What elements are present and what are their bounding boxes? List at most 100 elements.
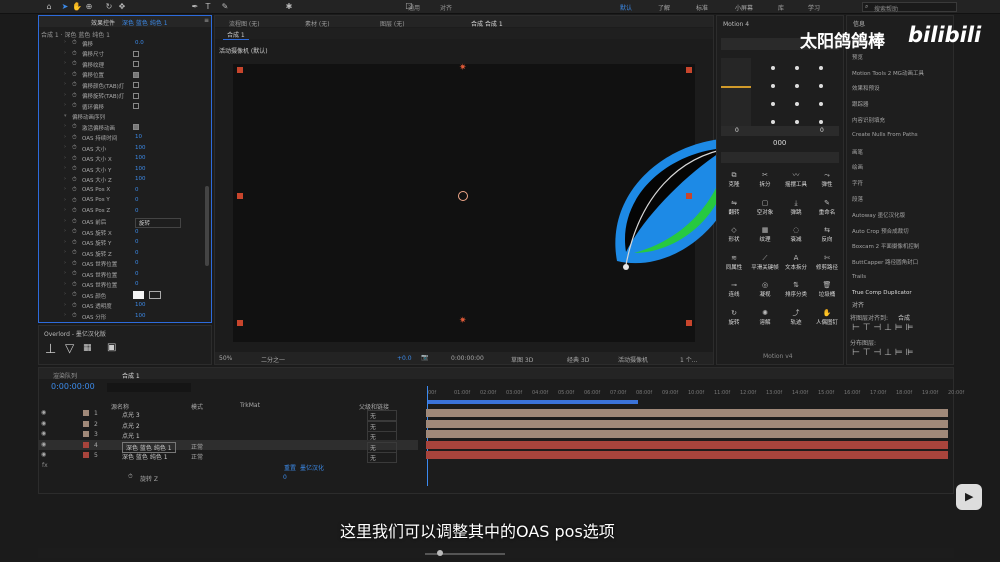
right-panel-item[interactable]: Trails <box>852 274 866 280</box>
effect-value[interactable]: 100 <box>135 166 146 172</box>
layer-name[interactable]: 深色 蓝色 纯色 1 <box>122 452 168 461</box>
timeline-comp-tab[interactable]: 合成 1 <box>122 371 140 380</box>
stopwatch-icon[interactable]: ⏱ <box>128 473 133 481</box>
effect-row[interactable]: › ⏱ 偏移旋转(TAB)灯 <box>39 91 205 102</box>
effect-row[interactable]: › ⏱ OAS 颜色 <box>39 290 205 301</box>
view-mode-value[interactable]: 经典 3D <box>567 355 589 364</box>
brush-tool-icon[interactable]: ✎ <box>220 2 230 12</box>
effect-value[interactable]: 0 <box>135 250 139 256</box>
hand-tool-icon[interactable]: ✋ <box>72 2 82 12</box>
label-color-swatch[interactable] <box>83 420 89 427</box>
layer-duration-bar[interactable] <box>426 451 948 459</box>
select-tool-icon[interactable]: ➤ <box>60 2 70 12</box>
eye-icon[interactable]: ◉ <box>41 430 46 437</box>
tab-footage[interactable]: 素材 (无) <box>305 19 330 28</box>
twirl-icon[interactable]: › <box>64 134 66 140</box>
effect-checkbox[interactable] <box>133 92 139 99</box>
right-panel-item[interactable]: 效果和预设 <box>852 84 880 92</box>
label-color-swatch[interactable] <box>83 410 89 416</box>
effect-value[interactable]: 100 <box>135 302 146 308</box>
twirl-icon[interactable]: › <box>64 39 66 45</box>
stopwatch-icon[interactable]: ⏱ <box>72 207 77 215</box>
effect-row[interactable]: › ⏱ OAS 旋转 Z 0 <box>39 248 205 259</box>
motion-button[interactable]: ⊸ 连线 <box>719 278 749 302</box>
anchor-crosshair-icon[interactable] <box>458 191 468 201</box>
camera-icon[interactable]: 📷 <box>421 354 428 361</box>
anchor-dot[interactable] <box>795 120 799 124</box>
effect-value[interactable]: 0 <box>135 260 139 266</box>
motion-button[interactable]: ✺ 溶解 <box>750 306 780 330</box>
layer-row[interactable]: ◉ 3 点光 1无 <box>38 429 418 442</box>
twirl-icon[interactable]: › <box>64 281 66 287</box>
effect-row[interactable]: › ⏱ 偏移颜色(TAB)灯 <box>39 80 205 91</box>
motion-button[interactable]: 〰摇摆工具 <box>781 168 811 192</box>
tab-flowchart[interactable]: 流程图 (无) <box>229 19 260 28</box>
effect-value[interactable]: 0.0 <box>135 40 144 46</box>
layer-row[interactable]: ◉ 5 深色 蓝色 纯色 1 正常 无 <box>38 450 418 463</box>
stopwatch-icon[interactable]: ⏱ <box>72 81 77 89</box>
layer-row[interactable]: ◉ 1 点光 3无 <box>38 408 418 421</box>
effect-row[interactable]: › ⏱ 偏移 0.0 <box>39 38 205 49</box>
twirl-icon[interactable]: › <box>64 144 66 150</box>
twirl-icon[interactable]: › <box>64 239 66 245</box>
pen-tool-icon[interactable]: ✒ <box>190 2 200 12</box>
right-panel-item[interactable]: 内容识别填充 <box>852 116 885 124</box>
right-panel-item[interactable]: 字符 <box>852 179 863 187</box>
effect-row[interactable]: › ⏱ OAS 世界位置 0 <box>39 269 205 280</box>
stopwatch-icon[interactable]: ⏱ <box>72 302 77 310</box>
effect-row[interactable]: › ⏱ OAS Pos Z 0 <box>39 206 205 217</box>
stopwatch-icon[interactable]: ⏱ <box>72 50 77 58</box>
eye-icon[interactable]: ◉ <box>41 441 46 448</box>
eyedropper-icon[interactable] <box>149 291 161 299</box>
frame-icon[interactable]: ▣ <box>107 342 116 353</box>
color-swatch[interactable] <box>133 291 144 299</box>
stopwatch-icon[interactable]: ⏱ <box>72 218 77 226</box>
right-panel-item[interactable]: Autoway 墨亿汉化版 <box>852 211 905 219</box>
effect-value[interactable]: 0 <box>135 197 139 203</box>
motion-button[interactable]: ⟋ 平滑关键帧 <box>750 251 780 275</box>
effect-row[interactable]: › ⏱ OAS Pos X 0 <box>39 185 205 196</box>
motion-button[interactable]: 🗑 垃圾桶 <box>812 278 842 302</box>
effect-checkbox[interactable] <box>133 61 139 67</box>
right-panel-item[interactable]: True Comp Duplicator <box>852 290 912 296</box>
stopwatch-icon[interactable]: ⏱ <box>72 71 77 79</box>
motion-anchor-grid[interactable] <box>757 60 837 130</box>
effect-row[interactable]: › ⏱ 循环偏移 <box>39 101 205 112</box>
stopwatch-icon[interactable]: ⏱ <box>72 165 77 173</box>
motion-button[interactable]: ⇋ 翻转 <box>719 196 749 220</box>
motion-value-left[interactable]: 0 <box>735 127 739 134</box>
eye-icon[interactable]: ◉ <box>41 420 46 427</box>
effect-value[interactable]: 0 <box>135 271 139 277</box>
rotate-tool-icon[interactable]: ↻ <box>104 2 114 12</box>
stopwatch-icon[interactable]: ⏱ <box>72 176 77 184</box>
align-bottom-icon[interactable]: ⊥ <box>45 342 56 357</box>
stopwatch-icon[interactable]: ⏱ <box>72 123 77 131</box>
motion-button[interactable]: ✄ 修剪路径 <box>812 251 842 275</box>
motion-value-right[interactable]: 0 <box>820 127 824 134</box>
home-icon[interactable]: ⌂ <box>44 2 54 12</box>
render-queue-tab[interactable]: 渲染队列 <box>53 371 77 380</box>
panel-menu-icon[interactable]: ≡ <box>204 17 209 24</box>
right-panel-item[interactable]: 绘画 <box>852 163 863 171</box>
motion-button[interactable]: ≋ 同属性 <box>719 251 749 275</box>
right-panel-item[interactable]: 段落 <box>852 195 863 203</box>
anchor-dot[interactable] <box>771 102 775 106</box>
stopwatch-icon[interactable]: ⏱ <box>72 134 77 142</box>
effect-value[interactable]: 0 <box>135 281 139 287</box>
tab-layer[interactable]: 图层 (无) <box>380 19 405 28</box>
twirl-icon[interactable]: › <box>64 228 66 234</box>
twirl-icon[interactable]: › <box>64 102 66 108</box>
motion-button[interactable]: ⧉ 克隆 <box>719 168 749 192</box>
timeline-timecode[interactable]: 0:00:00:00 <box>51 382 95 391</box>
motion-button[interactable]: ⇆ 反向 <box>812 223 842 247</box>
stopwatch-icon[interactable]: ⏱ <box>72 312 77 320</box>
grid-icon[interactable]: ▦ <box>83 343 92 353</box>
eye-icon[interactable]: ◉ <box>41 409 46 416</box>
right-panel-item[interactable]: Create Nulls From Paths <box>852 132 918 138</box>
effect-row[interactable]: › ⏱ OAS 持续时间 10 <box>39 133 205 144</box>
stopwatch-icon[interactable]: ⏱ <box>72 270 77 278</box>
text-tool-icon[interactable]: T <box>203 2 213 12</box>
label-color-swatch[interactable] <box>83 452 89 458</box>
effect-row[interactable]: › ⏱ OAS 世界位置 0 <box>39 259 205 270</box>
workspace-tab-learn[interactable]: 了解 <box>658 3 670 12</box>
